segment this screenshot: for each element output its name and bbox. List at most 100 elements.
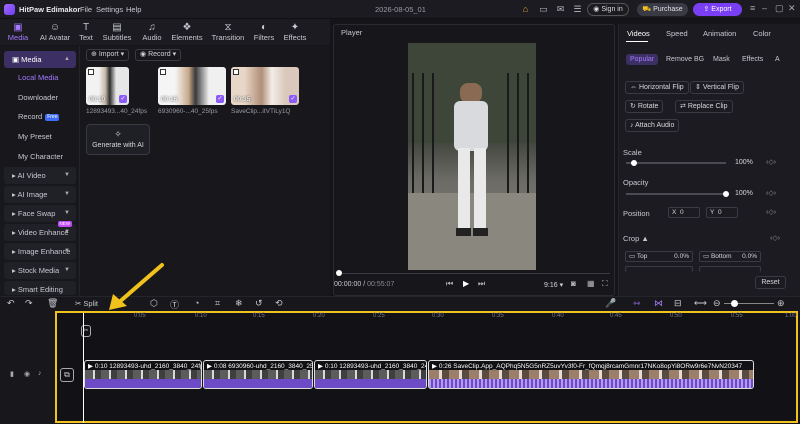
sidebar-media[interactable]: ▣ Media ▲ bbox=[4, 51, 76, 68]
timeline-clip-1[interactable]: ▶ 0:10 12893493-uhd_2160_3840_24fps bbox=[84, 360, 202, 389]
delete-icon[interactable]: 🗑 bbox=[47, 298, 58, 309]
tab-audio[interactable]: ♫ Audio bbox=[138, 19, 166, 45]
keyframe-icon[interactable]: ‹◇› bbox=[766, 158, 776, 166]
link-icon[interactable]: ⇿ bbox=[633, 298, 641, 309]
sidebar-group-ai-video[interactable]: ▸ AI Video ▼ bbox=[4, 167, 76, 184]
sidebar-item-downloader[interactable]: Downloader bbox=[0, 89, 80, 106]
keyframe-icon[interactable]: ‹◇› bbox=[766, 189, 776, 197]
fit-width-icon[interactable]: ⟷ bbox=[694, 298, 707, 309]
subtab-remove-bg[interactable]: Remove BG bbox=[666, 56, 704, 63]
microphone-icon[interactable]: 🎤 bbox=[605, 298, 616, 309]
sidebar-group-image-enhance[interactable]: ▸ Image Enhance ▼ bbox=[4, 243, 76, 260]
tab-ai-avatar[interactable]: ☺ AI Avatar bbox=[36, 19, 74, 45]
media-thumb-3[interactable]: 00:35 ✓ bbox=[231, 67, 299, 105]
crop-icon[interactable]: ⌗ bbox=[215, 298, 220, 309]
sidebar-group-video-enhance[interactable]: ▸ Video Enhance NEW ▼ bbox=[4, 221, 76, 241]
tab-videos[interactable]: Videos bbox=[627, 29, 650, 38]
zoom-out-icon[interactable]: ⊖ bbox=[713, 298, 721, 309]
replace-clip-button[interactable]: ⇄ Replace Clip bbox=[675, 100, 733, 113]
cover-icon[interactable]: ⧉ bbox=[60, 368, 74, 382]
player-progress-bar[interactable] bbox=[338, 273, 610, 274]
close-icon[interactable]: ✕ bbox=[788, 3, 796, 14]
position-y-field[interactable]: Y 0 bbox=[706, 207, 738, 218]
prev-frame-icon[interactable]: ⏮ bbox=[446, 279, 453, 289]
purchase-button[interactable]: ⛟ Purchase bbox=[637, 3, 688, 16]
sidebar-item-my-preset[interactable]: My Preset bbox=[0, 128, 80, 145]
scale-slider-knob[interactable] bbox=[631, 160, 637, 166]
crop-bottom-field[interactable]: ▭ Bottom 0.0% bbox=[699, 251, 761, 262]
next-frame-icon[interactable]: ⏭ bbox=[478, 279, 485, 289]
gift-icon[interactable]: ⌂ bbox=[520, 4, 531, 15]
subtab-popular[interactable]: Popular bbox=[626, 54, 659, 65]
record-button[interactable]: ◉ Record ▾ bbox=[135, 49, 182, 61]
crop-label[interactable]: Crop ▲ bbox=[623, 234, 649, 243]
sidebar-group-smart-editing[interactable]: ▸ Smart Editing bbox=[4, 281, 76, 295]
generate-with-ai-button[interactable]: ✧ Generate with AI bbox=[86, 124, 150, 155]
scale-value[interactable]: 100% bbox=[735, 159, 753, 166]
menu-file[interactable]: File bbox=[80, 5, 92, 14]
menu-settings[interactable]: Settings bbox=[96, 5, 123, 14]
reverse-icon[interactable]: ↺ bbox=[255, 298, 263, 309]
tab-effects[interactable]: ✦ Effects bbox=[281, 19, 309, 45]
fullscreen-icon[interactable]: ⛶ bbox=[602, 279, 608, 289]
timeline-clip-4[interactable]: ▶ 0:26 SaveClip.App_AQPhq5N5G5nRZ5uvYv3f… bbox=[428, 360, 754, 389]
split-button[interactable]: ✂ Split bbox=[75, 299, 98, 308]
opacity-slider[interactable] bbox=[626, 193, 726, 195]
folder-icon[interactable]: ▭ bbox=[538, 4, 549, 15]
tab-media[interactable]: ▣ Media bbox=[3, 19, 33, 45]
menu-help[interactable]: Help bbox=[126, 5, 141, 14]
redo-icon[interactable]: ↷ bbox=[25, 298, 33, 309]
attach-audio-button[interactable]: ♪ Attach Audio bbox=[625, 119, 680, 132]
freeze-icon[interactable]: ❄ bbox=[235, 298, 243, 309]
tab-subtitles[interactable]: ▤ Subtitles bbox=[100, 19, 134, 45]
horizontal-flip-button[interactable]: ⇔ Horizontal Flip bbox=[625, 81, 689, 94]
zoom-in-icon[interactable]: ⊕ bbox=[777, 298, 785, 309]
timeline-clip-2[interactable]: ▶ 0:08 6930960-uhd_2160_3840_25fps bbox=[203, 360, 313, 389]
keyframe-icon[interactable]: ‹◇› bbox=[766, 208, 776, 216]
opacity-slider-knob[interactable] bbox=[723, 191, 729, 197]
magnet-icon[interactable]: ⋈ bbox=[654, 298, 663, 309]
tab-elements[interactable]: ❖ Elements bbox=[170, 19, 204, 45]
track-lock-icon[interactable]: ▮ bbox=[10, 370, 14, 378]
maximize-icon[interactable]: ▢ bbox=[775, 3, 784, 14]
subtab-effects[interactable]: Effects bbox=[742, 56, 763, 63]
sidebar-item-local-media[interactable]: Local Media bbox=[0, 69, 80, 86]
mirror-icon[interactable]: ⟲ bbox=[275, 298, 283, 309]
grid-icon[interactable]: ▦ bbox=[587, 279, 595, 288]
vertical-flip-button[interactable]: ⇕ Vertical Flip bbox=[690, 81, 744, 94]
media-thumb-1[interactable]: 00:10 ✓ bbox=[86, 67, 129, 105]
track-visibility-icon[interactable]: ◉ bbox=[24, 370, 30, 378]
tab-filters[interactable]: ◐ Filters bbox=[251, 19, 277, 45]
crop-right-field[interactable] bbox=[699, 266, 761, 272]
snapshot-icon[interactable]: ◙ bbox=[571, 279, 576, 288]
aspect-ratio-select[interactable]: 9:16 ▾ bbox=[544, 281, 563, 289]
crop-top-field[interactable]: ▭ Top 0.0% bbox=[625, 251, 693, 262]
sidebar-item-my-character[interactable]: My Character bbox=[0, 148, 80, 165]
tab-text[interactable]: T Text bbox=[76, 19, 96, 45]
keyframe-icon[interactable]: ‹◇› bbox=[770, 234, 780, 242]
sidebar-group-stock-media[interactable]: ▸ Stock Media ▼ bbox=[4, 262, 76, 279]
timeline-clip-3[interactable]: ▶ 0:10 12893493-uhd_2160_3840_24fps bbox=[314, 360, 427, 389]
tab-color[interactable]: Color bbox=[753, 29, 771, 38]
fit-icon[interactable]: ⊟ bbox=[674, 298, 682, 309]
import-button[interactable]: ⊕ Import ▾ bbox=[86, 49, 130, 61]
tab-speed[interactable]: Speed bbox=[666, 29, 688, 38]
mail-icon[interactable]: ✉ bbox=[555, 4, 566, 15]
crop-left-field[interactable] bbox=[625, 266, 693, 272]
reset-button[interactable]: Reset bbox=[755, 276, 786, 289]
zoom-slider-knob[interactable] bbox=[731, 300, 738, 307]
sidebar-item-record[interactable]: Record Free bbox=[0, 108, 80, 125]
video-preview[interactable] bbox=[408, 43, 536, 270]
minimize-icon[interactable]: – bbox=[762, 3, 767, 13]
sidebar-group-ai-image[interactable]: ▸ AI Image ▼ bbox=[4, 186, 76, 203]
rotate-button[interactable]: ↻ Rotate bbox=[625, 100, 664, 113]
export-button[interactable]: ⇪ Export bbox=[693, 3, 742, 16]
undo-icon[interactable]: ↶ bbox=[7, 298, 15, 309]
media-thumb-2[interactable]: 00:16 ✓ bbox=[158, 67, 226, 105]
text-tool-icon[interactable]: Ⓣ bbox=[170, 298, 179, 311]
subtab-more[interactable]: A bbox=[775, 56, 780, 63]
tab-transition[interactable]: ⧖ Transition bbox=[208, 19, 248, 45]
track-audio-icon[interactable]: ♪ bbox=[38, 370, 42, 377]
tab-animation[interactable]: Animation bbox=[703, 29, 736, 38]
sidebar-group-face-swap[interactable]: ▸ Face Swap ▼ bbox=[4, 205, 76, 222]
